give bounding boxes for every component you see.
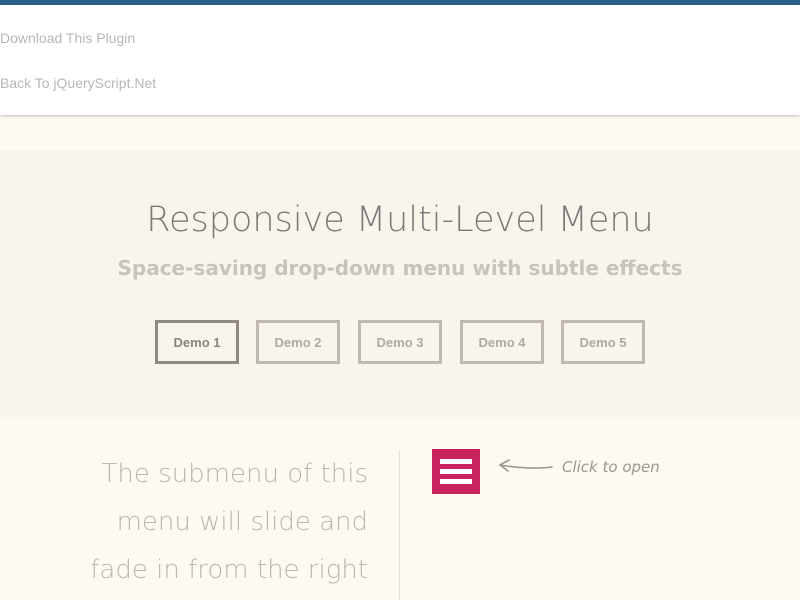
site-header: Download This Plugin Back To jQueryScrip… [0, 5, 800, 115]
demo-4-button[interactable]: Demo 4 [460, 320, 544, 364]
click-to-open-text: Click to open [562, 458, 660, 476]
intro-section: Responsive Multi-Level Menu Space-saving… [0, 150, 800, 417]
description-line-1: The submenu of this [101, 459, 368, 489]
back-to-site-link[interactable]: Back To jQueryScript.Net [0, 75, 156, 91]
demo-5-button[interactable]: Demo 5 [561, 320, 645, 364]
description-line-3: fade in from the right [90, 555, 368, 585]
demo-1-button[interactable]: Demo 1 [155, 320, 239, 364]
menu-toggle-button[interactable] [432, 449, 480, 494]
download-plugin-link[interactable]: Download This Plugin [0, 30, 135, 46]
click-hint: Click to open [497, 455, 697, 485]
left-arrow-icon [499, 459, 553, 472]
hamburger-icon [440, 459, 472, 484]
menu-description: The submenu of this menu will slide and … [68, 450, 368, 594]
page-title: Responsive Multi-Level Menu [146, 200, 654, 240]
demo-2-button[interactable]: Demo 2 [256, 320, 340, 364]
description-line-2: menu will slide and [116, 507, 368, 537]
vertical-divider [399, 450, 400, 600]
demo-3-button[interactable]: Demo 3 [358, 320, 442, 364]
page-subtitle: Space-saving drop-down menu with subtle … [117, 256, 683, 280]
